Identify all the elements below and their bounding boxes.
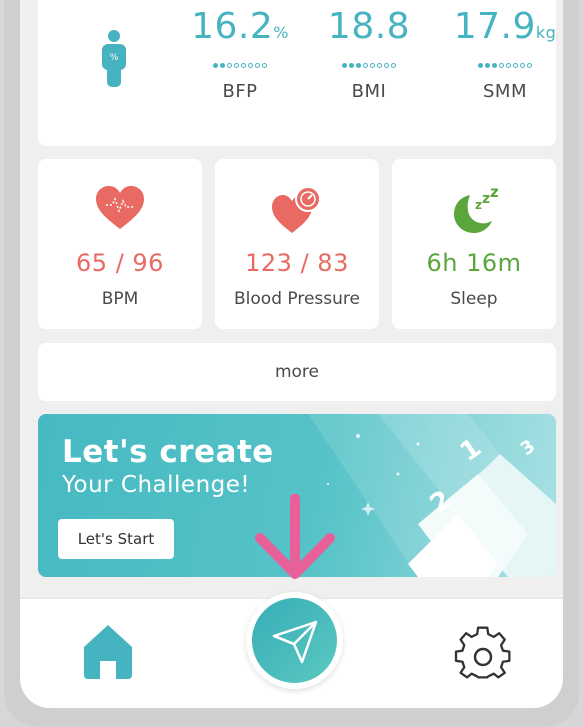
level-dot xyxy=(513,62,518,68)
level-dot xyxy=(377,62,382,68)
send-icon xyxy=(272,620,318,664)
home-icon[interactable] xyxy=(82,623,134,681)
heart-rate-card[interactable]: 65 / 96 BPM xyxy=(38,159,202,329)
banner-subtitle: Your Challenge! xyxy=(62,472,251,498)
metric-bfp: 16.2% BFP xyxy=(185,4,295,102)
app-screen: % 16.2% BFP 18.8 BMI 17.9kg SMM 65 / 96 … xyxy=(20,0,563,708)
heart-rate-label: BPM xyxy=(101,289,139,309)
level-dot xyxy=(262,62,267,68)
level-dot xyxy=(384,62,389,68)
level-dot xyxy=(356,62,361,68)
level-dot xyxy=(485,62,490,68)
metric-label: BMI xyxy=(351,81,387,102)
metric-level-dots xyxy=(450,62,560,68)
level-dot xyxy=(234,62,239,68)
blood-pressure-value: 123 / 83 xyxy=(245,249,349,277)
blood-pressure-card[interactable]: 123 / 83 Blood Pressure xyxy=(215,159,379,329)
blood-pressure-label: Blood Pressure xyxy=(234,289,360,309)
body-figure-icon: % xyxy=(102,30,126,87)
svg-text:%: % xyxy=(110,53,119,63)
level-dot xyxy=(248,62,253,68)
level-dot xyxy=(478,62,483,68)
level-dot xyxy=(370,62,375,68)
heart-rate-icon xyxy=(96,186,144,229)
sleep-card[interactable]: z z z 6h 16m Sleep xyxy=(392,159,556,329)
banner-title: Let's create xyxy=(62,434,274,470)
heart-rate-value: 65 / 96 xyxy=(76,249,164,277)
level-dot xyxy=(363,62,368,68)
sleep-label: Sleep xyxy=(450,289,498,309)
lets-start-button[interactable]: Let's Start xyxy=(58,519,174,559)
more-label: more xyxy=(274,362,320,382)
level-dot xyxy=(492,62,497,68)
more-button[interactable]: more xyxy=(38,343,556,401)
body-composition-card[interactable]: % 16.2% BFP 18.8 BMI 17.9kg SMM xyxy=(38,0,556,146)
down-arrow-hint-icon xyxy=(255,494,335,579)
metric-value: 16.2% xyxy=(191,6,289,47)
metric-value: 17.9kg xyxy=(453,6,557,47)
svg-text:z: z xyxy=(482,191,490,207)
sleep-moon-icon: z z z xyxy=(454,185,499,233)
metric-label: SMM xyxy=(483,81,527,102)
level-dot xyxy=(391,62,396,68)
svg-text:z: z xyxy=(475,198,482,212)
level-dot xyxy=(220,62,225,68)
level-dot xyxy=(499,62,504,68)
gear-icon[interactable] xyxy=(454,626,512,684)
metric-value: 18.8 xyxy=(327,6,411,47)
level-dot xyxy=(527,62,532,68)
metric-label: BFP xyxy=(222,81,258,102)
metric-level-dots xyxy=(314,62,424,68)
level-dot xyxy=(342,62,347,68)
level-dot xyxy=(506,62,511,68)
blood-pressure-icon xyxy=(272,186,321,233)
metric-bmi: 18.8 BMI xyxy=(314,4,424,102)
level-dot xyxy=(227,62,232,68)
level-dot xyxy=(213,62,218,68)
level-dot xyxy=(255,62,260,68)
level-dot xyxy=(349,62,354,68)
svg-text:z: z xyxy=(490,185,499,201)
level-dot xyxy=(520,62,525,68)
level-dot xyxy=(241,62,246,68)
sleep-value: 6h 16m xyxy=(426,249,522,277)
send-fab-button[interactable] xyxy=(246,592,343,689)
metric-level-dots xyxy=(185,62,295,68)
metric-smm: 17.9kg SMM xyxy=(450,4,560,102)
